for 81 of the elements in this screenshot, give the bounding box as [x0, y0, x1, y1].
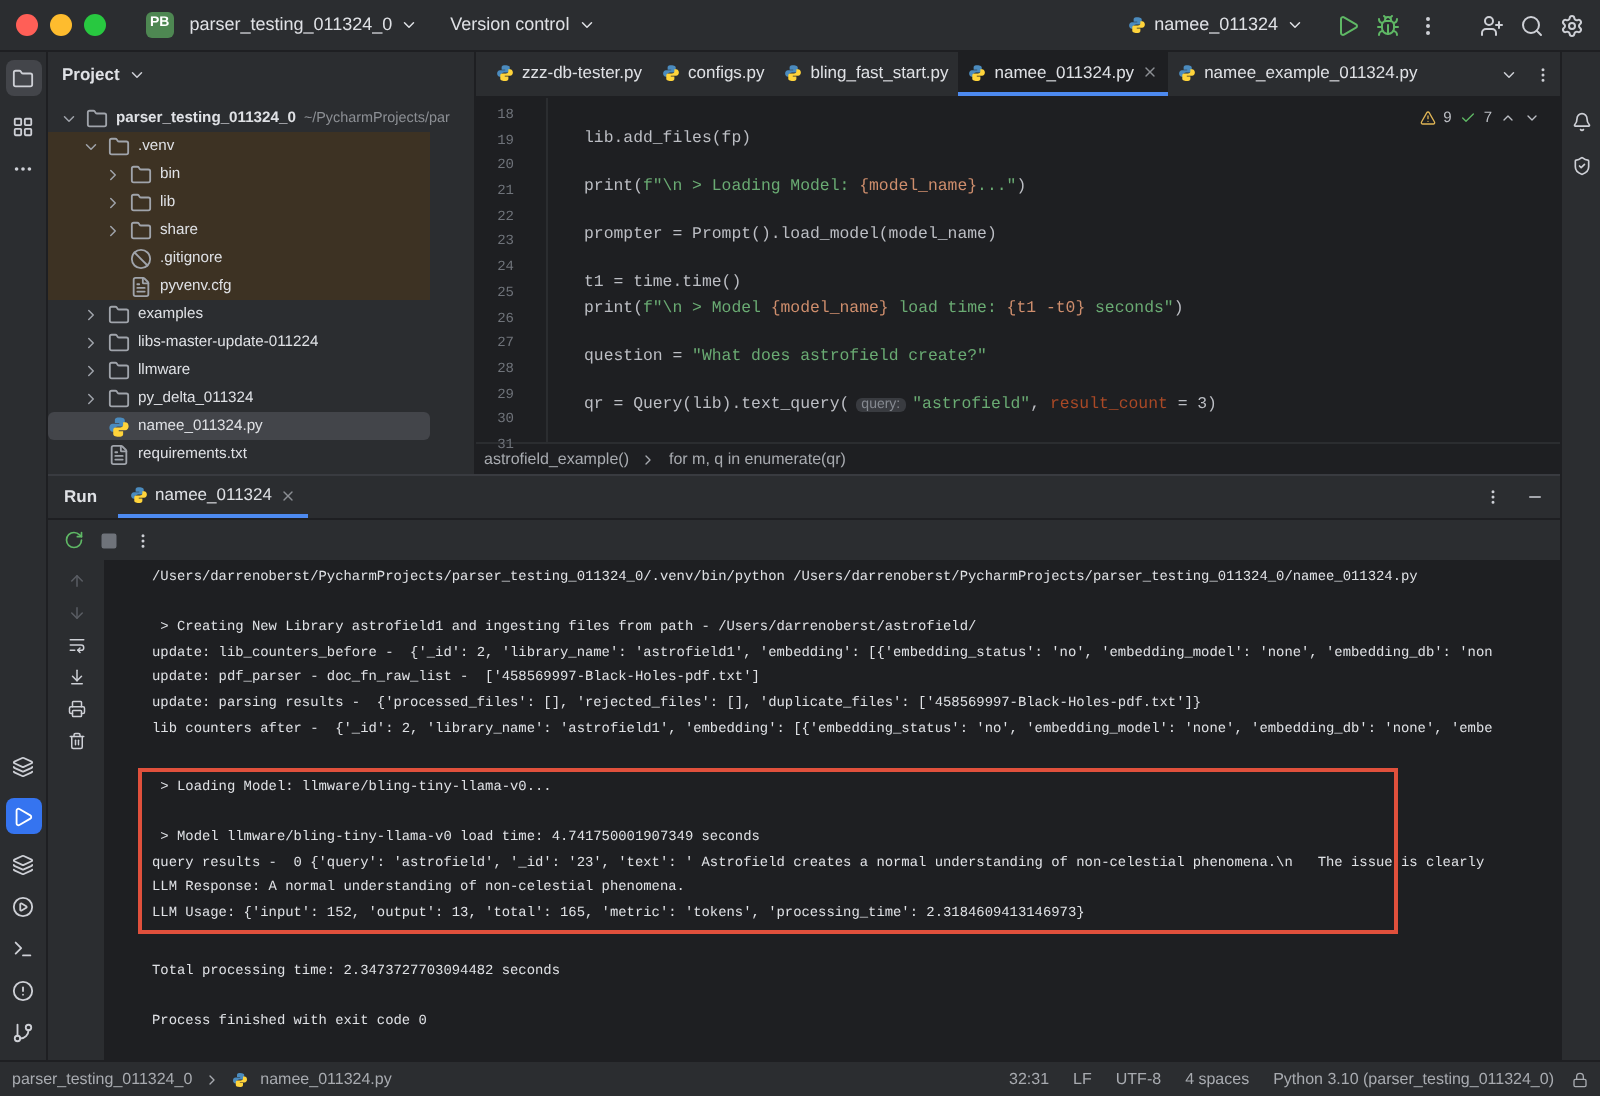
lock-icon[interactable] [1572, 1071, 1588, 1087]
search-icon[interactable] [1520, 13, 1544, 37]
folder-icon [12, 67, 34, 89]
chevron-icon [1286, 16, 1304, 34]
python-file-icon [1178, 63, 1197, 81]
status-item[interactable]: 4 spaces [1179, 1067, 1256, 1091]
editor-tab[interactable]: namee_011324.py [958, 52, 1169, 96]
folder-icon [108, 387, 130, 409]
shield-check-icon[interactable] [1571, 156, 1591, 176]
code-line: print(f"\n > Model {model_name} load time: {t1 -t0} seconds") [584, 297, 1184, 322]
code-line: prompter = Prompt().load_model(model_name) [584, 224, 997, 249]
run-tab[interactable]: namee_011324 [117, 476, 308, 518]
trash-icon[interactable] [67, 732, 85, 750]
status-item[interactable]: LF [1067, 1067, 1098, 1091]
problems-icon[interactable] [12, 980, 34, 1002]
folder-icon [130, 219, 152, 241]
run-icon[interactable] [1336, 13, 1360, 37]
panel-title: Run [64, 484, 98, 511]
close-icon[interactable] [279, 487, 296, 503]
python-file-icon [232, 1071, 249, 1087]
editor-tab[interactable]: bling_fast_start.py [774, 52, 959, 96]
status-item[interactable]: Python 3.10 (parser_testing_011324_0) [1267, 1067, 1560, 1091]
minimize-window-button[interactable] [50, 14, 72, 36]
version-control-menu[interactable]: Version control [450, 11, 596, 39]
play-icon [12, 805, 34, 827]
text-file-icon [108, 443, 130, 465]
project-selector[interactable]: parser_testing_011324_0 [189, 11, 419, 39]
print-icon[interactable] [67, 700, 85, 718]
maximize-window-button[interactable] [84, 14, 106, 36]
settings-icon[interactable] [1560, 13, 1584, 37]
breadcrumb[interactable]: astrofield_example() [484, 447, 629, 471]
python-file-icon [1128, 16, 1147, 34]
python-file-icon [496, 63, 514, 81]
chevron-icon [127, 66, 146, 84]
ignore-file-icon [130, 247, 152, 269]
code-line: t1 = time.time() [584, 272, 742, 297]
close-window-button[interactable] [16, 14, 38, 36]
code-line: question = "What does astrofield create?" [584, 345, 987, 370]
status-item[interactable]: UTF-8 [1109, 1067, 1168, 1091]
text-file-icon [130, 275, 152, 297]
python-file-icon [784, 63, 803, 81]
run-configuration-selector[interactable]: namee_011324 [1128, 11, 1304, 39]
terminal-icon[interactable] [12, 938, 34, 960]
folder-icon [130, 163, 152, 185]
breadcrumb[interactable]: for m, q in enumerate(qr) [668, 447, 846, 471]
folder-icon [86, 107, 108, 129]
python-file-icon [968, 63, 987, 81]
layers-icon[interactable] [12, 854, 34, 876]
status-breadcrumb[interactable]: namee_011324.py [260, 1067, 392, 1091]
folder-icon [130, 191, 152, 213]
add-user-icon[interactable] [1480, 13, 1504, 37]
folder-icon [108, 331, 130, 353]
status-breadcrumb[interactable]: parser_testing_011324_0 [12, 1067, 193, 1091]
warning-icon [1419, 109, 1436, 126]
check-icon [1459, 109, 1476, 126]
python-file-icon [108, 415, 130, 437]
panel-title[interactable]: Project [62, 62, 120, 88]
notifications-icon[interactable] [1571, 112, 1591, 132]
debug-icon[interactable] [1376, 13, 1400, 37]
code-line: print(f"\n > Loading Model: {model_name}...") [584, 175, 1027, 200]
scroll-to-end-icon[interactable] [67, 668, 85, 686]
stop-icon[interactable] [100, 531, 118, 549]
status-item[interactable]: 32:31 [1003, 1067, 1056, 1091]
close-icon[interactable] [1142, 64, 1159, 80]
python-file-icon [129, 486, 148, 504]
structure-icon[interactable] [12, 116, 34, 138]
chevron-icon [400, 16, 419, 34]
code-line: lib.add_files(fp) [584, 127, 752, 152]
editor-tab[interactable]: configs.py [652, 52, 775, 96]
folder-icon [108, 135, 130, 157]
folder-icon [108, 303, 130, 325]
project-tool-button[interactable] [5, 60, 41, 96]
git-icon[interactable] [12, 1022, 34, 1044]
soft-wrap-icon[interactable] [67, 636, 85, 654]
chevron-icon [577, 16, 596, 34]
editor-tab[interactable]: zzz-db-tester.py [486, 52, 652, 96]
rerun-icon[interactable] [64, 530, 84, 550]
editor-tab[interactable]: namee_example_011324.py [1168, 52, 1428, 96]
folder-icon [108, 359, 130, 381]
python-file-icon [662, 63, 680, 81]
run-tool-button[interactable] [5, 798, 41, 834]
